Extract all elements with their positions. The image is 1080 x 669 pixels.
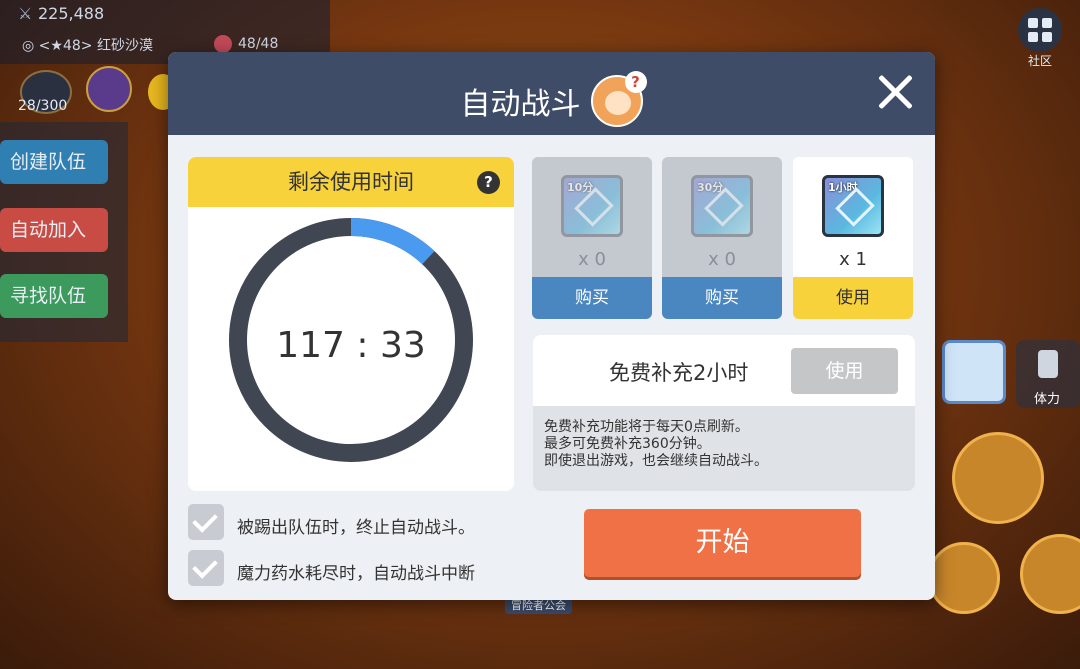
skill-icon[interactable]: [952, 432, 1044, 524]
remaining-time-card: 剩余使用时间 ? 117 : 33: [188, 157, 514, 491]
ticket-qty: x 0: [708, 249, 736, 270]
skill-icon-2[interactable]: [928, 542, 1000, 614]
help-icon[interactable]: ?: [477, 171, 500, 194]
party-hp: 48/48: [214, 35, 278, 53]
remaining-time-header: 剩余使用时间 ?: [188, 157, 514, 207]
grid-icon: [1018, 8, 1062, 52]
resource-count: 28/300: [18, 98, 68, 114]
ticket-icon: 30分: [691, 175, 753, 237]
potion-icon: [1038, 350, 1058, 378]
buy-30min-button[interactable]: 购买: [662, 277, 782, 319]
dialog-header: 自动战斗 ?: [168, 52, 935, 135]
help-avatar-icon[interactable]: ?: [590, 71, 647, 127]
swords-icon: ⚔: [18, 4, 33, 23]
kick-stop-checkbox[interactable]: [188, 504, 224, 540]
kick-stop-label: 被踢出队伍时，终止自动战斗。: [237, 518, 475, 538]
free-refill-card: 免费补充2小时 使用 免费补充功能将于每天0点刷新。 最多可免费补充360分钟。…: [533, 335, 915, 491]
hp-icon: [214, 35, 232, 53]
ticket-qty: x 1: [839, 249, 867, 270]
remaining-timer: 117 : 33: [276, 325, 426, 366]
ticket-qty: x 0: [578, 249, 606, 270]
party-side-panel: 创建队伍 自动加入 寻找队伍: [0, 122, 128, 342]
start-button[interactable]: 开始: [584, 509, 861, 577]
use-1hour-button[interactable]: 使用: [793, 277, 913, 319]
question-badge: ?: [624, 71, 647, 93]
buy-10min-button[interactable]: 购买: [532, 277, 652, 319]
pet-icon[interactable]: [942, 340, 1006, 404]
community-label: 社区: [1027, 54, 1052, 68]
auto-join-button[interactable]: 自动加入: [0, 208, 108, 252]
auto-battle-dialog: 自动战斗 ? 剩余使用时间 ? 117 : 33 被踢出队伍时，终止自动战斗。 …: [168, 52, 935, 600]
ticket-10min: 10分 x 0 购买: [532, 157, 652, 319]
potion-stop-checkbox[interactable]: [188, 550, 224, 586]
dialog-title: 自动战斗: [460, 87, 581, 122]
potion-stop-label: 魔力药水耗尽时，自动战斗中断: [237, 564, 475, 584]
community-button[interactable]: 社区: [1012, 8, 1068, 72]
free-refill-info: 免费补充功能将于每天0点刷新。 最多可免费补充360分钟。 即使退出游戏，也会继…: [544, 419, 768, 469]
close-icon[interactable]: [873, 70, 917, 114]
create-party-button[interactable]: 创建队伍: [0, 140, 108, 184]
stamina-button[interactable]: 体力: [1016, 340, 1080, 408]
ticket-icon: 10分: [561, 175, 623, 237]
stamina-label: 体力: [1034, 392, 1061, 407]
ticket-icon: 1小时: [822, 175, 884, 237]
ticket-30min: 30分 x 0 购买: [662, 157, 782, 319]
chest-icon[interactable]: [86, 66, 132, 112]
remaining-time-label: 剩余使用时间: [288, 170, 414, 194]
dialog-title-row: 自动战斗 ?: [168, 71, 935, 127]
combat-power: ⚔ 225,488: [18, 4, 105, 23]
free-refill-use-button[interactable]: 使用: [791, 348, 898, 394]
free-refill-label: 免费补充2小时: [609, 361, 749, 385]
map-location[interactable]: ◎ <★48> 红砂沙漠: [22, 35, 153, 55]
find-party-button[interactable]: 寻找队伍: [0, 274, 108, 318]
map-pin-icon: ◎: [22, 38, 39, 54]
ticket-1hour: 1小时 x 1 使用: [793, 157, 913, 319]
